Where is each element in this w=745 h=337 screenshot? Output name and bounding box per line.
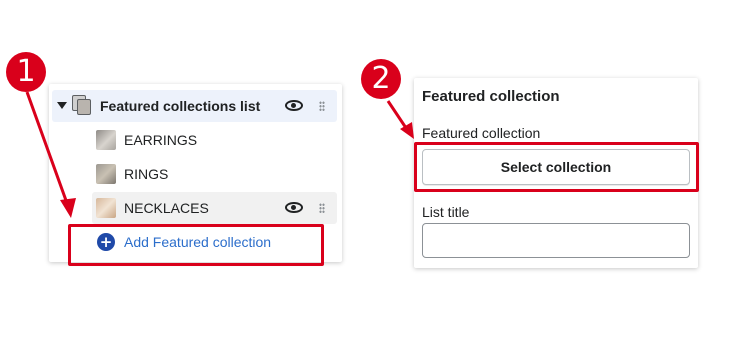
arrow-1-line bbox=[25, 91, 70, 207]
arrow-1-head bbox=[60, 198, 76, 218]
annotation-arrows bbox=[25, 91, 414, 218]
arrow-2-line bbox=[386, 100, 408, 129]
